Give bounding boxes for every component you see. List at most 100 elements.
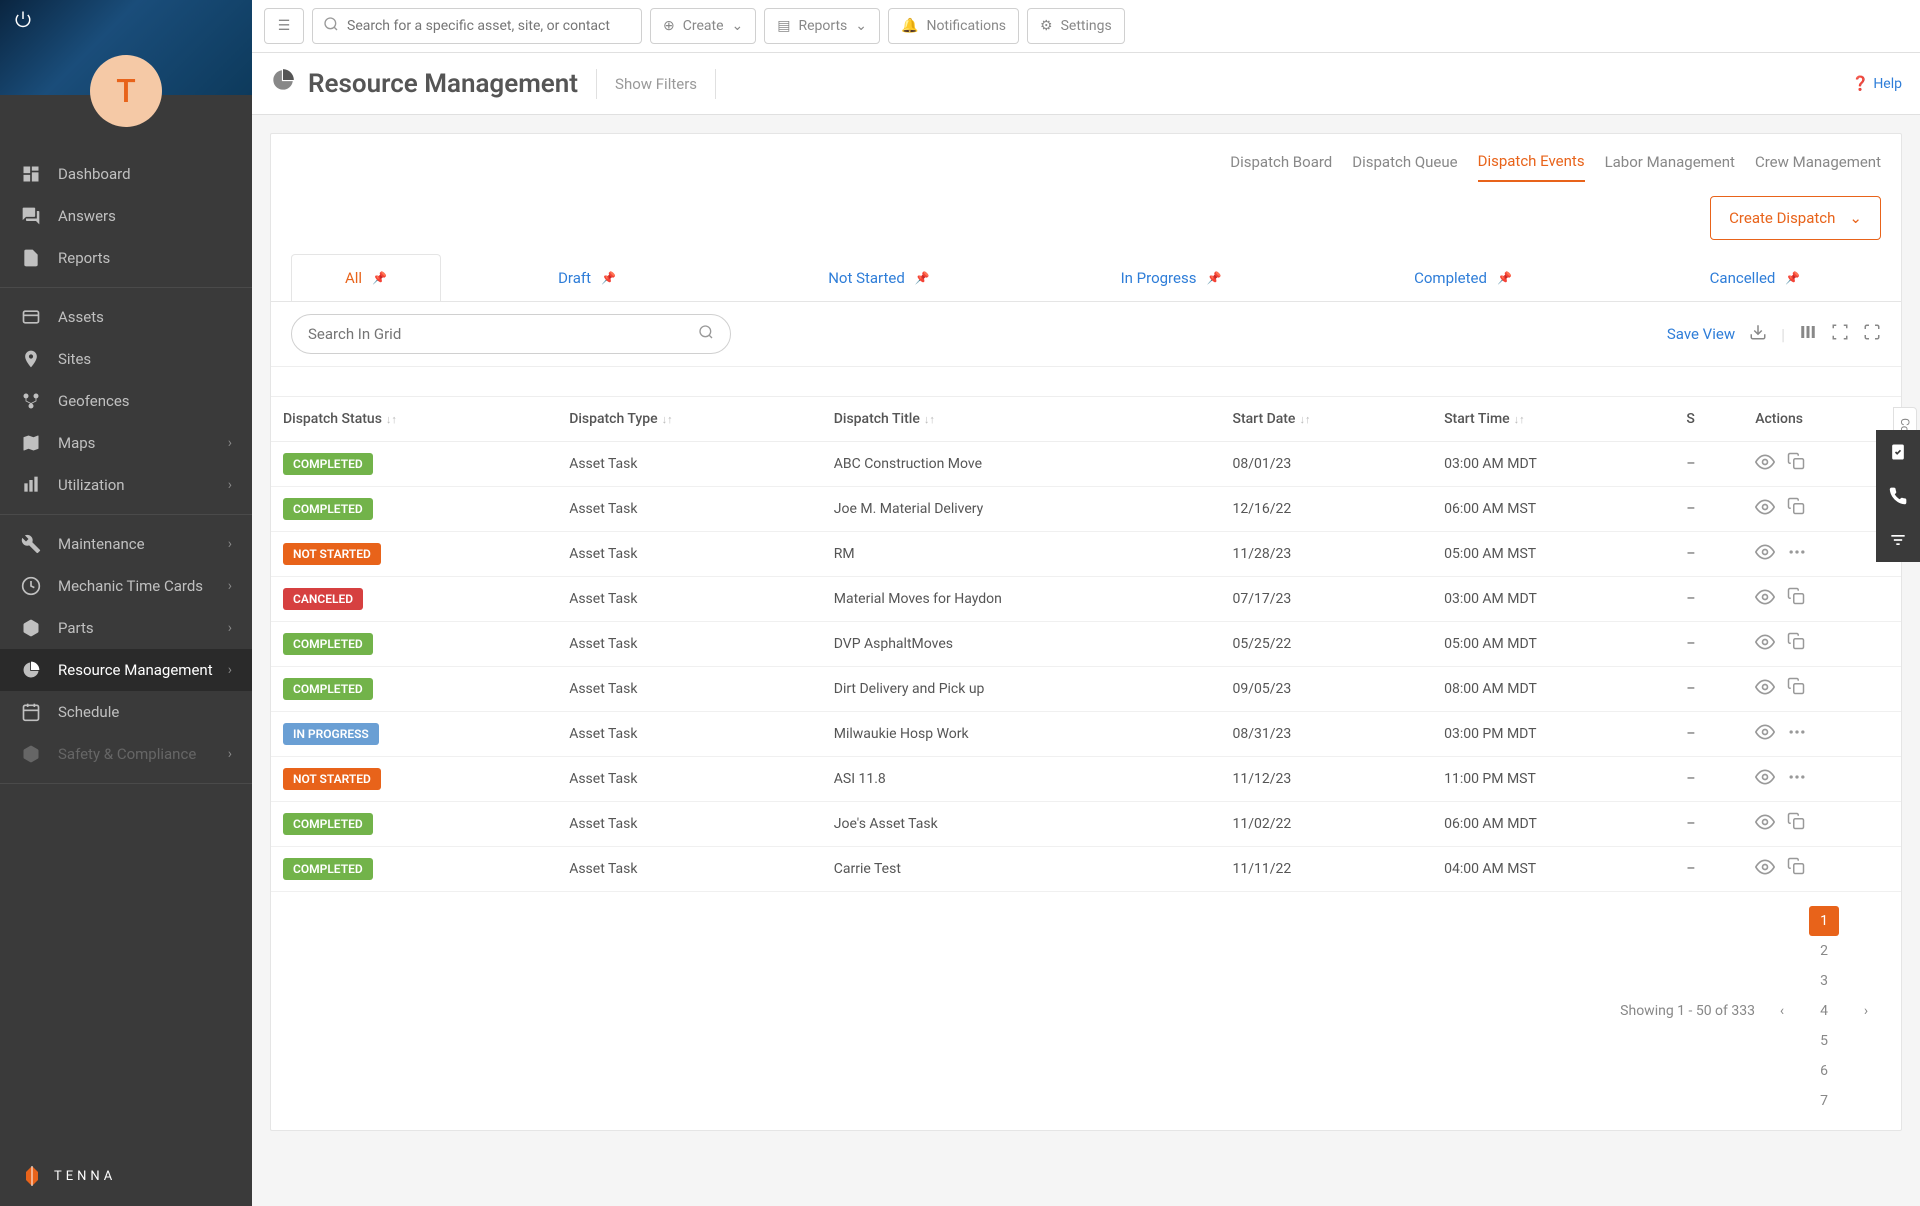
column-header[interactable]: Start Date↓↑ [1220,397,1432,442]
subtab-crew-management[interactable]: Crew Management [1755,153,1881,181]
view-icon[interactable] [1755,587,1775,611]
sidebar-item-resource-management[interactable]: Resource Management› [0,649,252,691]
subtab-dispatch-board[interactable]: Dispatch Board [1230,153,1332,181]
reports-button[interactable]: ▤Reports⌄ [764,8,880,44]
download-icon[interactable] [1749,323,1767,345]
show-filters-link[interactable]: Show Filters [615,75,697,93]
page-5[interactable]: 5 [1809,1026,1839,1056]
table-row[interactable]: COMPLETEDAsset TaskCarrie Test11/11/2204… [271,847,1901,892]
grid-search-input[interactable] [308,325,698,343]
column-header[interactable]: S [1674,397,1743,442]
columns-icon[interactable] [1799,323,1817,345]
view-icon[interactable] [1755,632,1775,656]
view-icon[interactable] [1755,452,1775,476]
column-header[interactable]: Dispatch Status↓↑ [271,397,557,442]
global-search[interactable] [312,8,642,44]
help-link[interactable]: ❓Help [1852,76,1902,92]
status-tab-draft[interactable]: Draft📌 [441,254,733,301]
cell-date: 12/16/22 [1220,487,1432,532]
view-icon[interactable] [1755,857,1775,881]
page-1[interactable]: 1 [1809,906,1839,936]
view-icon[interactable] [1755,677,1775,701]
column-header[interactable]: Dispatch Title↓↑ [822,397,1221,442]
sidebar-item-answers[interactable]: Answers [0,195,252,237]
status-tab-in-progress[interactable]: In Progress📌 [1025,254,1317,301]
global-search-input[interactable] [347,18,631,34]
table-row[interactable]: COMPLETEDAsset TaskDirt Delivery and Pic… [271,667,1901,712]
sidebar-item-schedule[interactable]: Schedule [0,691,252,733]
page-prev[interactable]: ‹ [1767,996,1797,1026]
table-row[interactable]: COMPLETEDAsset TaskABC Construction Move… [271,442,1901,487]
save-view-link[interactable]: Save View [1667,325,1735,343]
page-7[interactable]: 7 [1809,1086,1839,1116]
table-row[interactable]: IN PROGRESSAsset TaskMilwaukie Hosp Work… [271,712,1901,757]
view-icon[interactable] [1755,812,1775,836]
table-row[interactable]: COMPLETEDAsset TaskJoe's Asset Task11/02… [271,802,1901,847]
view-icon[interactable] [1755,497,1775,521]
reports-label: Reports [798,18,847,34]
view-icon[interactable] [1755,542,1775,566]
sidebar-item-geofences[interactable]: Geofences [0,380,252,422]
status-tab-completed[interactable]: Completed📌 [1317,254,1609,301]
scan-icon[interactable] [1831,323,1849,345]
table-row[interactable]: NOT STARTEDAsset TaskRM11/28/2305:00 AM … [271,532,1901,577]
copy-icon[interactable] [1787,497,1805,521]
sidebar: T DashboardAnswersReports AssetsSitesGeof… [0,0,252,1206]
phone-tool[interactable] [1876,474,1920,518]
sidebar-item-maps[interactable]: Maps› [0,422,252,464]
copy-icon[interactable] [1787,812,1805,836]
page-4[interactable]: 4 [1809,996,1839,1026]
sidebar-item-sites[interactable]: Sites [0,338,252,380]
table-row[interactable]: CANCELEDAsset TaskMaterial Moves for Hay… [271,577,1901,622]
create-button[interactable]: ⊕Create⌄ [650,8,756,44]
column-header[interactable]: Start Time↓↑ [1432,397,1674,442]
settings-button[interactable]: ⚙Settings [1027,8,1125,44]
power-icon[interactable] [14,10,32,32]
avatar[interactable]: T [90,55,162,127]
filter-tool[interactable] [1876,518,1920,562]
view-icon[interactable] [1755,722,1775,746]
status-tab-all[interactable]: All📌 [291,254,441,301]
sidebar-item-reports[interactable]: Reports [0,237,252,279]
sidebar-item-mechanic-time-cards[interactable]: Mechanic Time Cards› [0,565,252,607]
copy-icon[interactable] [1787,587,1805,611]
copy-icon[interactable] [1787,452,1805,476]
grid-search[interactable] [291,314,731,354]
subtab-dispatch-events[interactable]: Dispatch Events [1478,152,1585,182]
sidebar-item-utilization[interactable]: Utilization› [0,464,252,506]
notifications-button[interactable]: 🔔Notifications [888,8,1019,44]
copy-icon[interactable] [1787,632,1805,656]
filter-toggle-button[interactable]: ☰ [264,8,304,44]
page-6[interactable]: 6 [1809,1056,1839,1086]
sidebar-item-parts[interactable]: Parts› [0,607,252,649]
status-tab-not-started[interactable]: Not Started📌 [733,254,1025,301]
create-dispatch-button[interactable]: Create Dispatch ⌄ [1710,196,1881,240]
cell-title: Dirt Delivery and Pick up [822,667,1221,712]
table-row[interactable]: COMPLETEDAsset TaskDVP AsphaltMoves05/25… [271,622,1901,667]
status-tab-cancelled[interactable]: Cancelled📌 [1609,254,1901,301]
sidebar-item-dashboard[interactable]: Dashboard [0,153,252,195]
table-row[interactable]: NOT STARTEDAsset TaskASI 11.811/12/2311:… [271,757,1901,802]
page-3[interactable]: 3 [1809,966,1839,996]
subtab-dispatch-queue[interactable]: Dispatch Queue [1352,153,1457,181]
copy-icon[interactable] [1787,857,1805,881]
status-badge: COMPLETED [283,633,373,655]
view-icon[interactable] [1755,767,1775,791]
column-header[interactable]: Dispatch Type↓↑ [557,397,822,442]
more-icon[interactable] [1787,767,1807,791]
cell-title: Carrie Test [822,847,1221,892]
status-tabs: All📌Draft📌Not Started📌In Progress📌Comple… [271,254,1901,302]
more-icon[interactable] [1787,722,1807,746]
sidebar-item-assets[interactable]: Assets [0,296,252,338]
page-next[interactable]: › [1851,996,1881,1026]
cell-type: Asset Task [557,712,822,757]
page-2[interactable]: 2 [1809,936,1839,966]
more-icon[interactable] [1787,542,1807,566]
copy-icon[interactable] [1787,677,1805,701]
subtab-labor-management[interactable]: Labor Management [1605,153,1735,181]
sidebar-item-maintenance[interactable]: Maintenance› [0,523,252,565]
sidebar-item-safety-&-compliance[interactable]: Safety & Compliance› [0,733,252,775]
fullscreen-icon[interactable] [1863,323,1881,345]
checklist-tool[interactable] [1876,430,1920,474]
table-row[interactable]: COMPLETEDAsset TaskJoe M. Material Deliv… [271,487,1901,532]
